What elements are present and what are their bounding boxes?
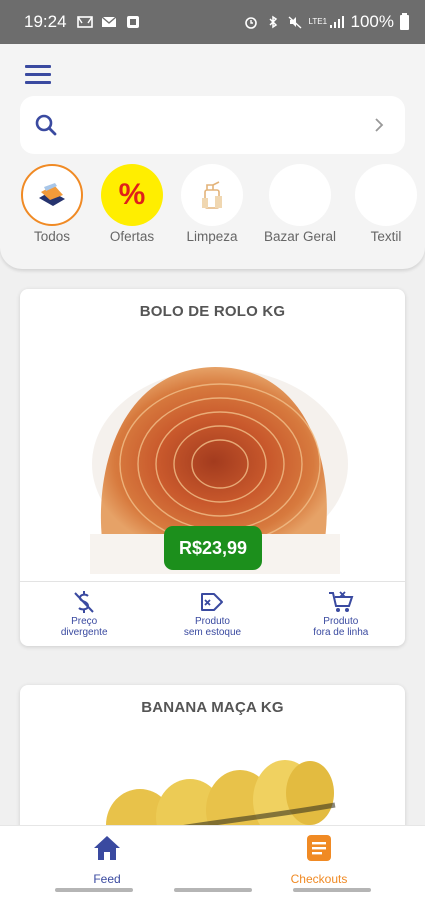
category-label: Todos bbox=[33, 229, 71, 244]
product-name: BOLO DE ROLO KG bbox=[139, 303, 286, 320]
nav-label: Feed bbox=[93, 872, 121, 886]
gesture-bar bbox=[174, 888, 252, 892]
battery-percent: 100% bbox=[350, 12, 394, 31]
nav-feed[interactable]: Feed bbox=[67, 834, 147, 886]
category-textil[interactable]: Textil bbox=[354, 164, 418, 244]
all-products-box-icon bbox=[21, 164, 83, 226]
chevron-right-icon[interactable] bbox=[371, 117, 387, 133]
header-panel: Todos % Ofertas Limpeza Bazar Geral Text… bbox=[0, 44, 425, 269]
gesture-bar bbox=[55, 888, 133, 892]
search-icon bbox=[35, 114, 57, 136]
search-input[interactable] bbox=[68, 116, 371, 134]
price-badge: R$23,99 bbox=[164, 526, 262, 570]
textil-icon bbox=[355, 164, 417, 226]
category-limpeza[interactable]: Limpeza bbox=[180, 164, 244, 244]
category-label: Bazar Geral bbox=[263, 229, 337, 244]
nav-label: Checkouts bbox=[290, 872, 348, 886]
category-label: Ofertas bbox=[109, 229, 155, 244]
dollar-strike-icon bbox=[74, 591, 94, 613]
product-card[interactable]: BOLO DE ROLO KG R$23,99 Preço divergente bbox=[20, 289, 405, 646]
action-label: Produto fora de linha bbox=[313, 616, 369, 638]
bluetooth-icon bbox=[268, 15, 277, 29]
category-todos[interactable]: Todos bbox=[20, 164, 84, 244]
checklist-icon bbox=[307, 835, 331, 861]
action-label: Preço divergente bbox=[60, 616, 108, 638]
bazar-geral-icon bbox=[269, 164, 331, 226]
product-name: BANANA MAÇA KG bbox=[141, 699, 284, 716]
product-actions: Preço divergente Produto sem estoque Pro… bbox=[20, 581, 405, 645]
category-list: Todos % Ofertas Limpeza Bazar Geral Text… bbox=[20, 164, 425, 244]
home-icon bbox=[94, 836, 120, 860]
nav-checkouts[interactable]: Checkouts bbox=[279, 834, 359, 886]
search-bar[interactable] bbox=[20, 96, 405, 154]
mail-app-icon bbox=[76, 16, 93, 28]
category-bazar-geral[interactable]: Bazar Geral bbox=[262, 164, 338, 244]
cart-x-icon bbox=[328, 591, 354, 612]
tag-x-icon bbox=[201, 593, 224, 611]
status-bar: 19:24 LTE1 100% bbox=[0, 0, 425, 44]
battery-icon bbox=[400, 12, 409, 30]
mute-icon bbox=[288, 16, 301, 29]
produto-sem-estoque-button[interactable]: Produto sem estoque bbox=[148, 582, 276, 645]
product-card[interactable]: BANANA MAÇA KG bbox=[20, 685, 405, 845]
gesture-bar bbox=[293, 888, 371, 892]
signal-icon bbox=[329, 16, 344, 28]
produto-fora-de-linha-button[interactable]: Produto fora de linha bbox=[277, 582, 405, 645]
app-notification-icon bbox=[126, 16, 139, 28]
status-time: 19:24 bbox=[24, 12, 67, 31]
action-label: Produto sem estoque bbox=[183, 616, 242, 638]
percent-icon: % bbox=[101, 164, 163, 226]
cleaning-products-icon bbox=[181, 164, 243, 226]
hamburger-menu-icon[interactable] bbox=[25, 65, 51, 85]
category-ofertas[interactable]: % Ofertas bbox=[100, 164, 164, 244]
category-label: Textil bbox=[370, 229, 402, 244]
alarm-icon bbox=[244, 17, 257, 29]
network-type: LTE1 bbox=[308, 17, 328, 26]
email-icon bbox=[101, 16, 117, 27]
preco-divergente-button[interactable]: Preço divergente bbox=[20, 582, 148, 645]
category-label: Limpeza bbox=[186, 229, 238, 244]
